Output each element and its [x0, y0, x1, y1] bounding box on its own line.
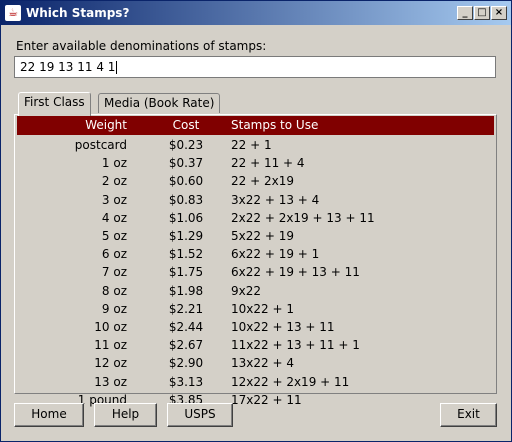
cell-stamps: 22 + 1	[231, 138, 272, 152]
cell-cost: $1.52	[168, 247, 204, 262]
cell-stamps: 22 + 2x19	[231, 174, 294, 189]
table-row: 10 oz $2.44 10x22 + 13 + 11	[17, 318, 494, 336]
denominations-label: Enter available denominations of stamps:	[16, 39, 267, 53]
table-row: 1 oz $0.37 22 + 11 + 4	[17, 154, 494, 172]
exit-button[interactable]: Exit	[440, 403, 497, 427]
table-row: 9 oz $2.21 10x22 + 1	[17, 300, 494, 318]
usps-button[interactable]: USPS	[167, 403, 233, 427]
tab-first-class[interactable]: First Class	[18, 92, 91, 116]
denominations-value: 22 19 13 11 4 1	[20, 60, 116, 74]
cell-cost: $2.21	[168, 301, 204, 316]
minimize-button[interactable]: _	[457, 6, 473, 20]
home-button[interactable]: Home	[14, 403, 84, 427]
cell-cost: $1.29	[168, 229, 204, 243]
cell-cost: $1.06	[168, 210, 204, 225]
cell-weight: 7 oz	[101, 265, 127, 280]
title-bar[interactable]: ☕ Which Stamps? _ □ ×	[1, 1, 511, 25]
cell-stamps: 10x22 + 13 + 11	[231, 320, 335, 334]
cell-stamps: 17x22 + 11	[231, 392, 302, 407]
cell-stamps: 9x22	[231, 283, 262, 298]
cell-stamps: 6x22 + 19 + 1	[231, 247, 320, 262]
table-row: 3 oz $0.83 3x22 + 13 + 4	[17, 191, 494, 209]
table-row: 1 pound $3.85 17x22 + 11	[17, 391, 494, 409]
cell-stamps: 22 + 11 + 4	[231, 156, 305, 171]
cell-weight: 13 oz	[94, 374, 127, 389]
cell-weight: 10 oz	[94, 320, 127, 334]
cell-cost: $2.44	[168, 320, 204, 334]
table-row: 12 oz $2.90 13x22 + 4	[17, 354, 494, 372]
cell-cost: $3.13	[168, 374, 204, 389]
denominations-input[interactable]: 22 19 13 11 4 1	[14, 56, 496, 78]
cell-stamps: 6x22 + 19 + 13 + 11	[231, 265, 360, 280]
cell-cost: $2.90	[168, 356, 204, 371]
table-row: 4 oz $1.06 2x22 + 2x19 + 13 + 11	[17, 209, 494, 227]
table-header: Weight Cost Stamps to Use	[17, 116, 494, 135]
cell-stamps: 12x22 + 2x19 + 11	[231, 374, 350, 389]
cell-weight: 2 oz	[101, 174, 127, 189]
column-header-stamps: Stamps to Use	[231, 118, 319, 132]
close-button[interactable]: ×	[491, 6, 507, 20]
cell-stamps: 10x22 + 1	[231, 301, 294, 316]
cell-cost: $2.67	[168, 338, 204, 353]
table-row: 6 oz $1.52 6x22 + 19 + 1	[17, 245, 494, 263]
column-header-cost: Cost	[172, 118, 200, 132]
cell-weight: 9 oz	[101, 301, 127, 316]
cell-weight: 1 oz	[101, 156, 127, 171]
column-header-weight: Weight	[85, 118, 127, 132]
table-row: 7 oz $1.75 6x22 + 19 + 13 + 11	[17, 263, 494, 281]
cell-weight: 3 oz	[101, 192, 127, 207]
maximize-button[interactable]: □	[474, 6, 490, 20]
cell-stamps: 5x22 + 19	[231, 229, 294, 243]
cell-stamps: 13x22 + 4	[231, 356, 294, 371]
cell-stamps: 11x22 + 13 + 11 + 1	[231, 338, 360, 353]
cell-weight: 4 oz	[101, 210, 127, 225]
table-row: postcard $0.23 22 + 1	[17, 136, 494, 154]
table-row: 8 oz $1.98 9x22	[17, 282, 494, 300]
cell-weight: postcard	[74, 138, 127, 152]
table-row: 5 oz $1.29 5x22 + 19	[17, 227, 494, 245]
cell-cost: $1.98	[168, 283, 204, 298]
cell-weight: 12 oz	[94, 356, 127, 371]
cell-cost: $0.60	[168, 174, 204, 189]
cell-weight: 5 oz	[101, 229, 127, 243]
text-caret	[116, 61, 118, 74]
java-cup-icon: ☕	[5, 5, 21, 21]
cell-cost: $0.83	[168, 192, 204, 207]
cell-cost: $0.37	[168, 156, 204, 171]
cell-cost: $1.75	[168, 265, 204, 280]
cell-weight: 6 oz	[101, 247, 127, 262]
table-row: 13 oz $3.13 12x22 + 2x19 + 11	[17, 373, 494, 391]
cell-cost: $0.23	[168, 138, 204, 152]
help-button[interactable]: Help	[94, 403, 157, 427]
cell-stamps: 2x22 + 2x19 + 13 + 11	[231, 210, 375, 225]
cell-weight: 8 oz	[101, 283, 127, 298]
cell-weight: 11 oz	[94, 338, 127, 353]
cell-stamps: 3x22 + 13 + 4	[231, 192, 320, 207]
table-row: 2 oz $0.60 22 + 2x19	[17, 172, 494, 190]
window-title: Which Stamps?	[26, 6, 130, 20]
tab-media-book-rate[interactable]: Media (Book Rate)	[98, 93, 221, 113]
table-row: 11 oz $2.67 11x22 + 13 + 11 + 1	[17, 336, 494, 354]
app-window: ☕ Which Stamps? _ □ × Enter available de…	[0, 0, 512, 442]
